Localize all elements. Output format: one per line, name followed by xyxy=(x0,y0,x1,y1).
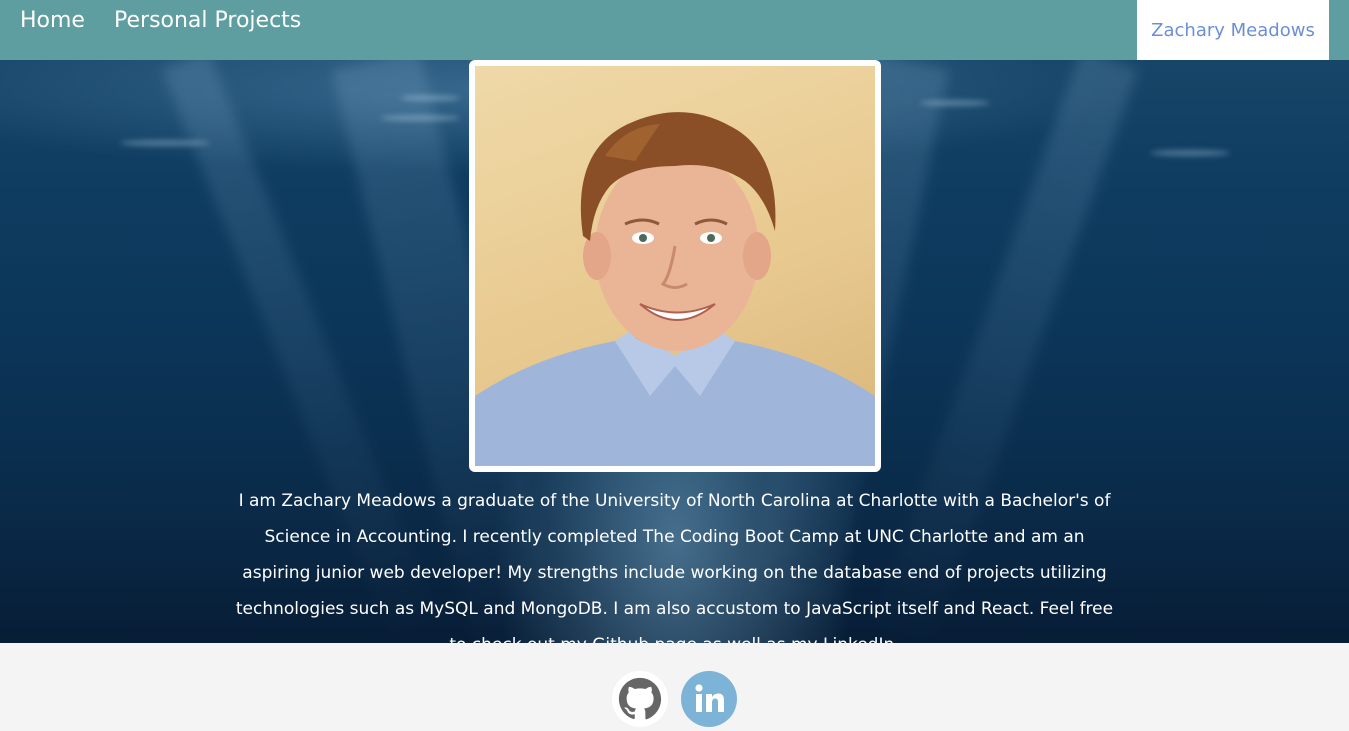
water-ripple xyxy=(1150,150,1230,156)
water-ripple xyxy=(400,95,460,101)
water-ripple xyxy=(920,100,990,106)
nav-home-link[interactable]: Home xyxy=(20,8,85,33)
brand-link[interactable]: Zachary Meadows xyxy=(1137,0,1329,60)
footer xyxy=(0,643,1349,731)
profile-photo-illustration xyxy=(475,112,875,466)
profile-photo xyxy=(475,66,875,466)
profile-photo-frame xyxy=(469,60,881,472)
linkedin-link[interactable] xyxy=(681,671,737,727)
github-link[interactable] xyxy=(612,671,668,727)
navbar: Home Personal Projects Zachary Meadows xyxy=(0,0,1349,60)
bio-text: I am Zachary Meadows a graduate of the U… xyxy=(235,491,1114,655)
nav-projects-link[interactable]: Personal Projects xyxy=(114,8,301,33)
water-ripple xyxy=(380,115,460,121)
water-ripple xyxy=(120,140,210,146)
linkedin-icon xyxy=(695,684,724,712)
github-icon xyxy=(618,677,662,720)
